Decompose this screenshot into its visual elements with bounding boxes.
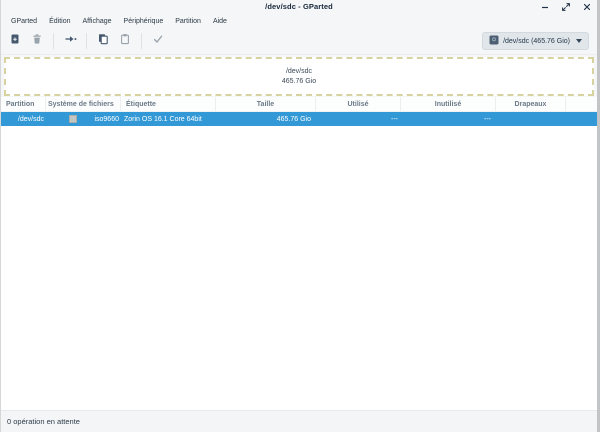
close-icon [582, 2, 592, 12]
column-header-partition[interactable]: Partition [1, 97, 46, 111]
restore-button[interactable] [559, 1, 572, 13]
copy-icon [97, 32, 109, 50]
disk-visual-box[interactable]: /dev/sdc 465.76 Gio [4, 57, 594, 96]
apply-icon [152, 32, 164, 50]
delete-partition-icon [31, 32, 43, 50]
cell-used: --- [316, 112, 401, 126]
filesystem-name: iso9660 [94, 116, 119, 123]
column-header-filler [566, 97, 597, 111]
toolbar-separator [141, 33, 142, 49]
delete-partition-button[interactable] [28, 32, 46, 50]
disk-drive-icon [489, 35, 499, 47]
cell-flags [496, 112, 566, 126]
disk-device-name: /dev/sdc [286, 67, 312, 76]
gparted-window: /dev/sdc - GParted [0, 0, 600, 432]
resize-move-button[interactable] [61, 32, 79, 50]
cell-filler [566, 112, 597, 126]
window-controls [538, 1, 593, 13]
minimize-button[interactable] [538, 1, 551, 13]
table-row[interactable]: /dev/sdc iso9660 Zorin OS 16.1 Core 64bi… [1, 112, 597, 126]
menu-gparted[interactable]: GParted [5, 16, 43, 27]
menu-peripherique[interactable]: Périphérique [118, 16, 170, 27]
minimize-icon [540, 2, 550, 12]
partition-table: Partition Système de fichiers Étiquette … [1, 97, 597, 126]
cell-label: Zorin OS 16.1 Core 64bit [121, 112, 216, 126]
disk-size: 465.76 Gio [282, 77, 316, 86]
chevron-down-icon [576, 39, 582, 43]
paste-icon [119, 32, 131, 50]
toolbar-separator [53, 33, 54, 49]
device-selector-label: /dev/sdc (465.76 Gio) [503, 38, 570, 45]
table-header-row: Partition Système de fichiers Étiquette … [1, 97, 597, 112]
title-bar: /dev/sdc - GParted [1, 0, 597, 14]
close-button[interactable] [580, 1, 593, 13]
column-header-unused[interactable]: Inutilisé [401, 97, 496, 111]
column-header-filesystem[interactable]: Système de fichiers [46, 97, 121, 111]
column-header-flags[interactable]: Drapeaux [496, 97, 566, 111]
cell-unused: --- [401, 112, 496, 126]
toolbar: /dev/sdc (465.76 Gio) [1, 28, 597, 55]
copy-button[interactable] [94, 32, 112, 50]
pending-operations-text: 0 opération en attente [7, 417, 80, 426]
toolbar-separator [86, 33, 87, 49]
menu-edition[interactable]: Édition [43, 16, 76, 27]
filesystem-color-swatch [69, 115, 77, 123]
paste-button[interactable] [116, 32, 134, 50]
column-header-label[interactable]: Étiquette [121, 97, 216, 111]
window-title: /dev/sdc - GParted [1, 2, 597, 11]
menu-aide[interactable]: Aide [207, 16, 233, 27]
column-header-size[interactable]: Taille [216, 97, 316, 111]
cell-size: 465.76 Gio [216, 112, 316, 126]
device-selector[interactable]: /dev/sdc (465.76 Gio) [482, 32, 589, 50]
status-bar: 0 opération en attente [1, 410, 597, 432]
menu-bar: GParted Édition Affichage Périphérique P… [1, 14, 597, 28]
disk-visual-area: /dev/sdc 465.76 Gio [1, 55, 597, 97]
menu-partition[interactable]: Partition [169, 16, 207, 27]
restore-icon [561, 2, 571, 12]
partition-list-empty-area[interactable] [1, 126, 597, 410]
apply-button[interactable] [149, 32, 167, 50]
menu-affichage[interactable]: Affichage [76, 16, 117, 27]
cell-partition: /dev/sdc [1, 112, 46, 126]
column-header-used[interactable]: Utilisé [316, 97, 401, 111]
cell-filesystem: iso9660 [46, 112, 121, 126]
resize-move-icon [64, 32, 77, 50]
new-partition-icon [9, 32, 21, 50]
new-partition-button[interactable] [6, 32, 24, 50]
